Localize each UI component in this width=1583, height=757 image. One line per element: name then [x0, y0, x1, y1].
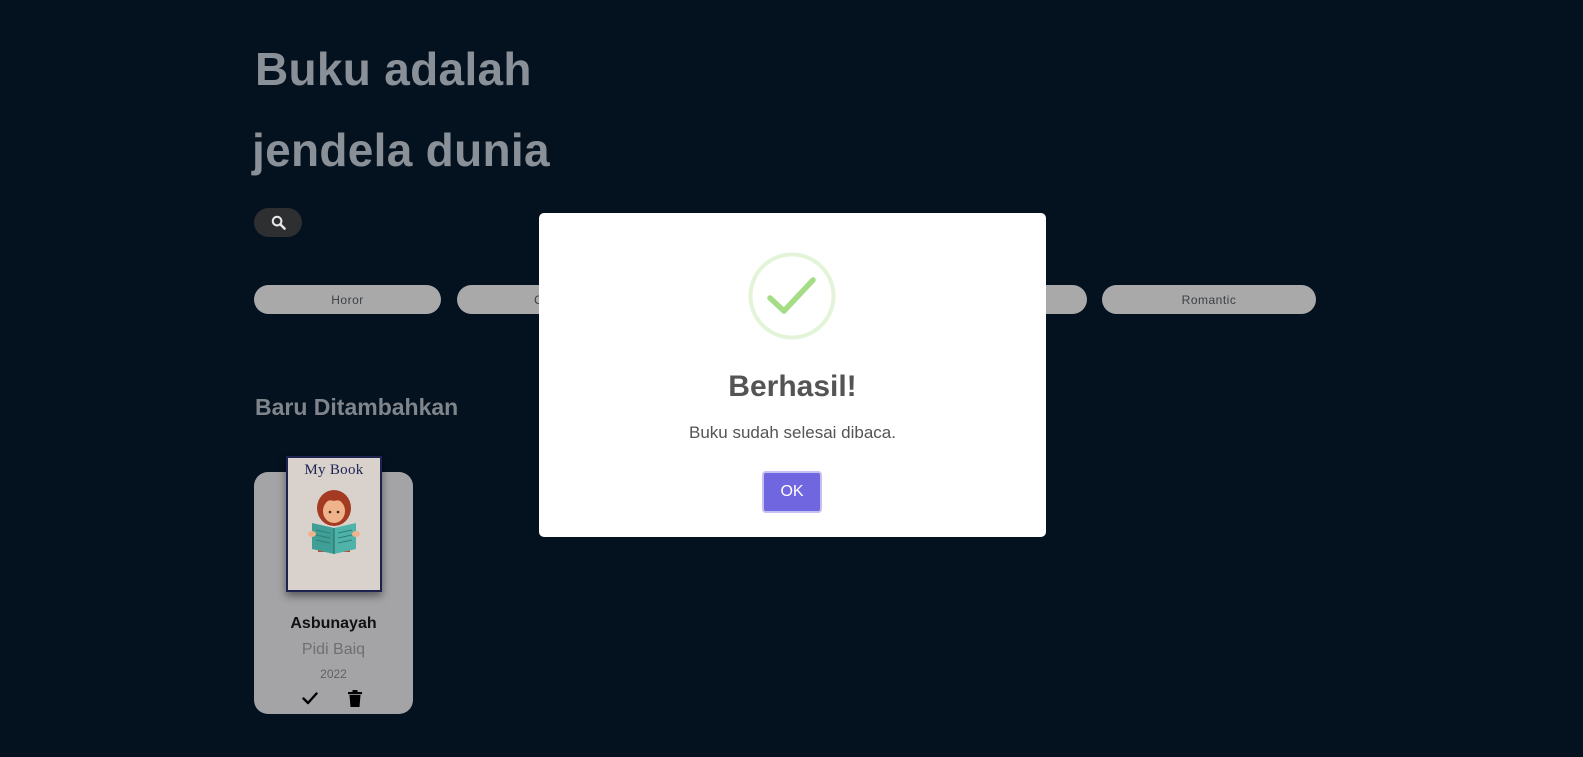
dialog-message: Buku sudah selesai dibaca.: [689, 423, 896, 442]
page: Buku adalah jendela dunia Horor C Romant…: [0, 0, 1583, 757]
success-check-icon: [748, 252, 836, 340]
dialog-title: Berhasil!: [728, 370, 857, 403]
ok-button[interactable]: OK: [762, 471, 822, 513]
success-dialog: Berhasil! Buku sudah selesai dibaca. OK: [539, 213, 1046, 537]
